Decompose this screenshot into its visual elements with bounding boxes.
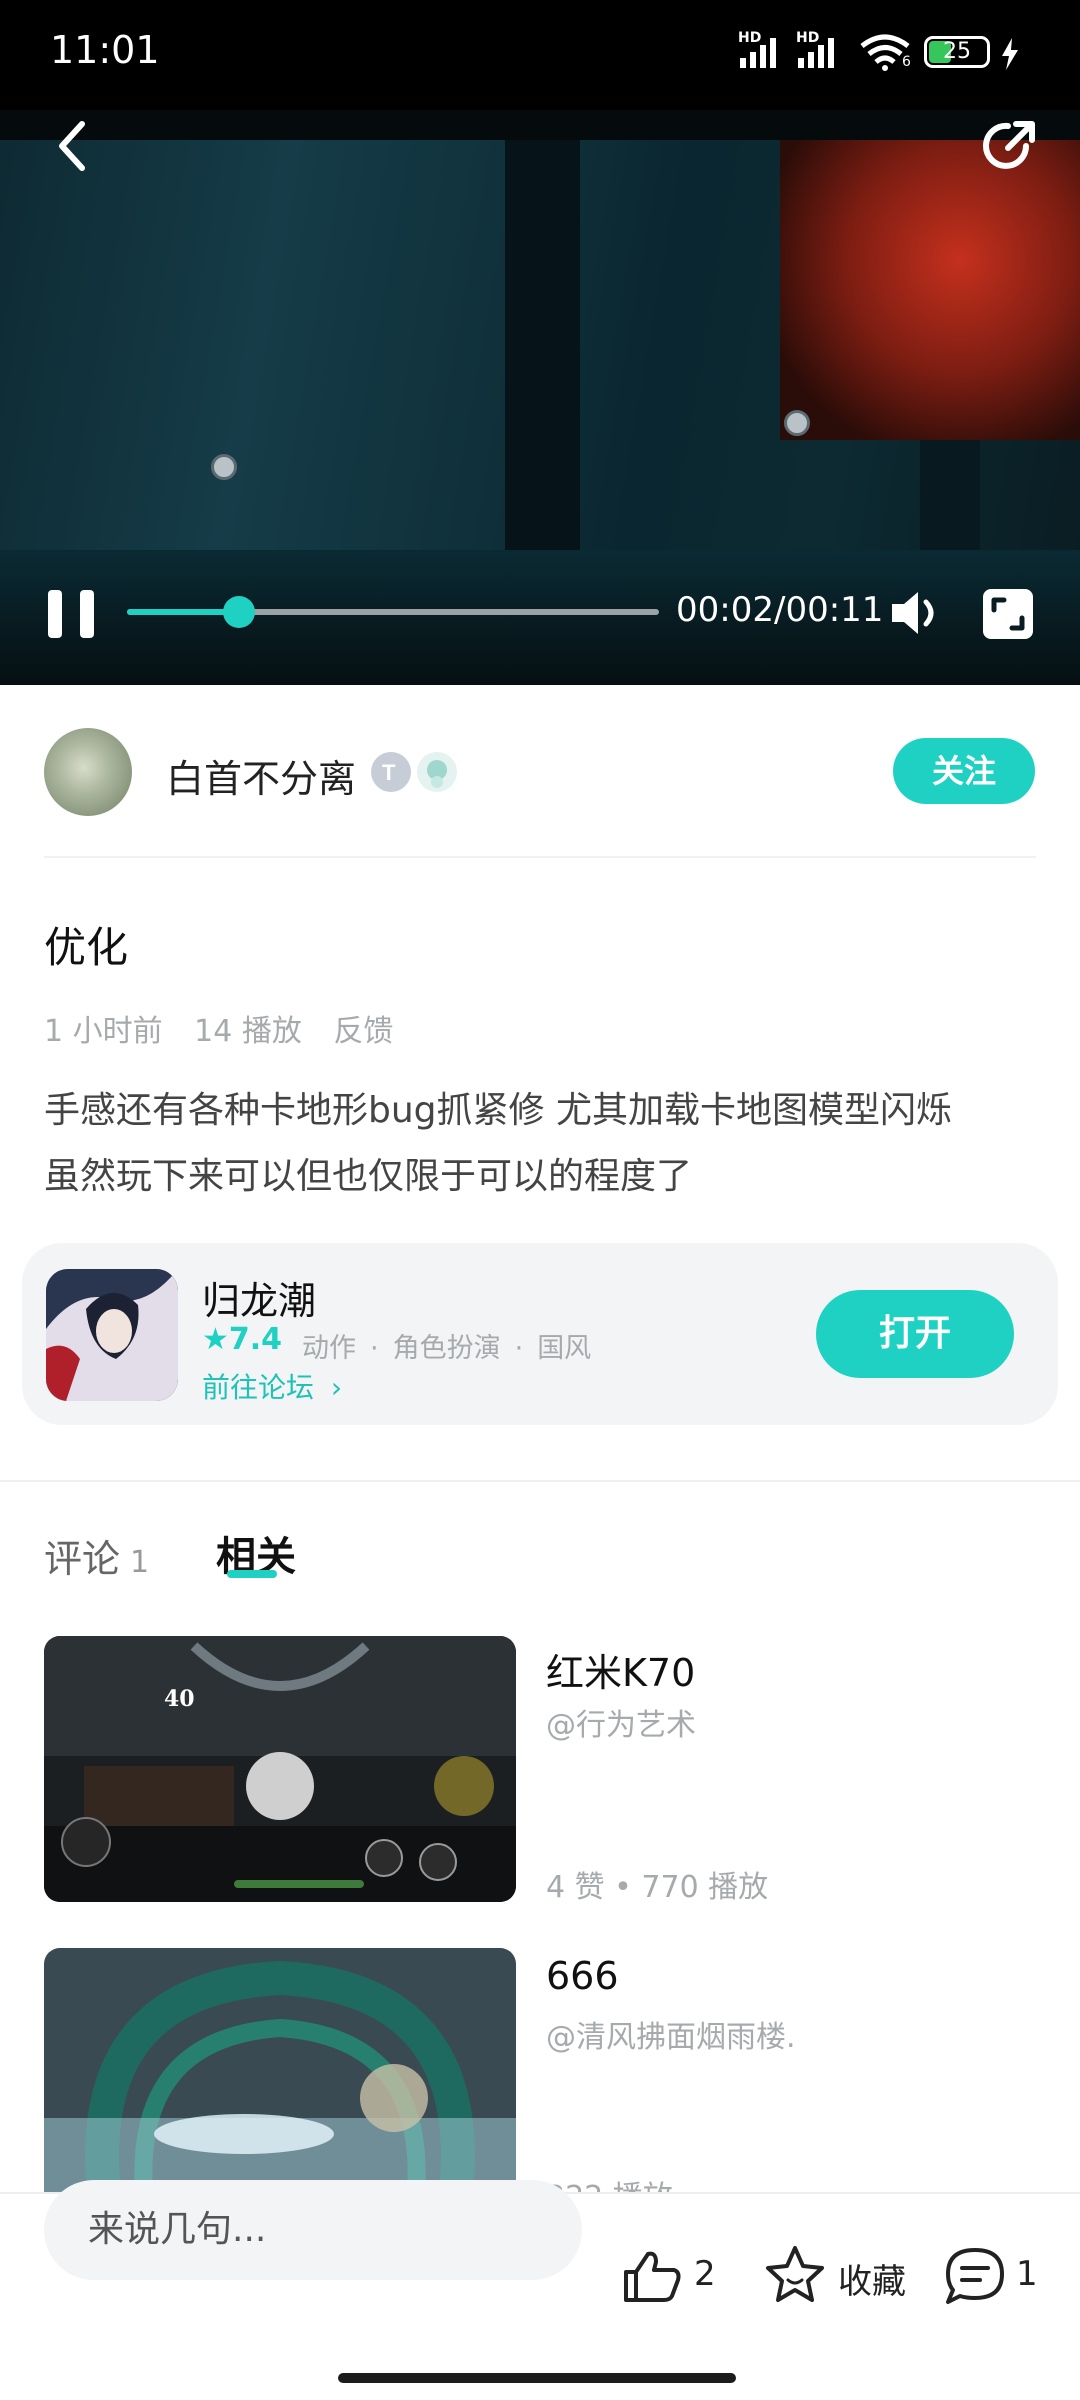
tab-comments-label: 评论 bbox=[44, 1537, 121, 1581]
forum-link[interactable]: 前往论坛 › bbox=[202, 1366, 342, 1406]
pause-icon[interactable] bbox=[46, 588, 98, 640]
like-icon[interactable] bbox=[622, 2248, 682, 2304]
level-badge-icon: T bbox=[371, 752, 411, 792]
forum-link-label: 前往论坛 bbox=[202, 1371, 315, 1404]
comment-icon[interactable] bbox=[944, 2246, 1006, 2306]
tab-comments-count: 1 bbox=[130, 1545, 150, 1580]
video-scene-banner bbox=[780, 140, 1080, 440]
battery-icon: 25 bbox=[924, 36, 990, 68]
wifi-badge: 6 bbox=[902, 54, 911, 70]
svg-text:T: T bbox=[382, 760, 396, 785]
related-title[interactable]: 666 bbox=[546, 1954, 619, 1998]
post-body-line-2: 虽然玩下来可以但也仅限于可以的程度了 bbox=[44, 1156, 693, 1197]
status-time: 11:01 bbox=[50, 28, 160, 72]
related-stats: 4 赞 • 770 播放 bbox=[546, 1870, 769, 1905]
tab-active-indicator bbox=[227, 1570, 277, 1578]
chevron-right-icon: › bbox=[330, 1371, 343, 1404]
post-title: 优化 bbox=[44, 923, 129, 972]
thumb-damage-number: 40 bbox=[164, 1686, 195, 1712]
comment-count: 1 bbox=[1016, 2254, 1038, 2294]
wifi-icon: 6 bbox=[858, 32, 912, 72]
game-tags: 动作 · 角色扮演 · 国风 bbox=[302, 1333, 592, 1364]
section-divider bbox=[0, 1480, 1080, 1482]
post-views: 14 播放 bbox=[194, 1014, 302, 1049]
game-tag: 角色扮演 bbox=[392, 1333, 501, 1364]
post-body-line-1: 手感还有各种卡地形bug抓紧修 尤其加载卡地图模型闪烁 bbox=[44, 1090, 952, 1131]
star-icon: ★ bbox=[202, 1322, 229, 1357]
game-name[interactable]: 归龙潮 bbox=[202, 1270, 316, 1325]
volume-icon[interactable] bbox=[888, 586, 942, 640]
game-icon[interactable] bbox=[46, 1269, 178, 1401]
progress-knob[interactable] bbox=[223, 596, 255, 628]
game-tag: 动作 bbox=[302, 1333, 356, 1364]
related-author[interactable]: @清风拂面烟雨楼. bbox=[546, 2012, 796, 2056]
avatar-badge-icon bbox=[417, 752, 457, 792]
game-rating: ★7.4 bbox=[202, 1322, 282, 1357]
related-thumbnail[interactable]: 40 bbox=[44, 1636, 516, 1902]
game-rating-value: 7.4 bbox=[228, 1322, 283, 1357]
game-tag: 国风 bbox=[537, 1333, 592, 1364]
post-meta: 1 小时前 14 播放 反馈 bbox=[44, 1006, 415, 1050]
star-outline-icon[interactable] bbox=[764, 2244, 826, 2304]
share-icon[interactable] bbox=[978, 116, 1038, 176]
related-thumbnail[interactable] bbox=[44, 1948, 516, 2192]
post-category[interactable]: 反馈 bbox=[333, 1014, 393, 1049]
tab-comments[interactable]: 评论 1 bbox=[44, 1528, 149, 1583]
author-name[interactable]: 白首不分离 bbox=[166, 748, 356, 803]
battery-level: 25 bbox=[943, 39, 971, 64]
fullscreen-icon[interactable] bbox=[982, 588, 1034, 640]
open-game-button[interactable]: 打开 bbox=[816, 1290, 1014, 1378]
divider bbox=[44, 856, 1036, 858]
back-icon[interactable] bbox=[52, 118, 92, 174]
like-count: 2 bbox=[694, 2254, 716, 2294]
post-body: 手感还有各种卡地形bug抓紧修 尤其加载卡地图模型闪烁 虽然玩下来可以但也仅限于… bbox=[44, 1078, 1044, 1210]
home-indicator[interactable] bbox=[338, 2373, 736, 2383]
video-time: 00:02/00:11 bbox=[676, 590, 884, 630]
status-bar: 11:01 HD HD 6 25 bbox=[0, 0, 1080, 110]
favorite-label[interactable]: 收藏 bbox=[838, 2254, 906, 2303]
related-title[interactable]: 红米K70 bbox=[546, 1642, 695, 1697]
comment-input[interactable]: 来说几句... bbox=[44, 2180, 582, 2280]
author-avatar[interactable] bbox=[44, 728, 132, 816]
related-author[interactable]: @行为艺术 bbox=[546, 1700, 696, 1744]
follow-button[interactable]: 关注 bbox=[893, 738, 1035, 804]
post-time: 1 小时前 bbox=[44, 1014, 163, 1049]
charging-icon bbox=[1002, 38, 1018, 70]
